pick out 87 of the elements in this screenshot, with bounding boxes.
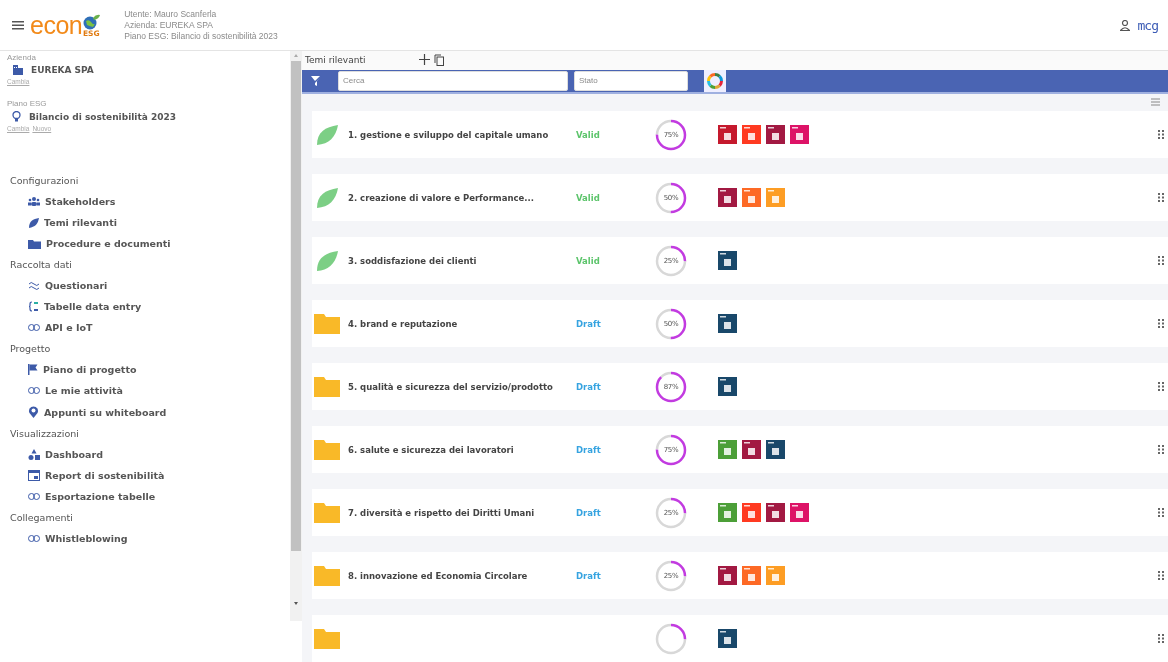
shapes-icon <box>28 449 40 460</box>
people-icon <box>28 197 40 206</box>
drag-handle-icon[interactable] <box>1158 508 1164 517</box>
goals-wheel-icon[interactable] <box>704 69 726 92</box>
menu-section-title: Raccolta dati <box>9 258 73 272</box>
status-label: Draft <box>576 444 602 455</box>
company-name: EUREKA SPA <box>31 65 94 75</box>
status-label: Valid <box>576 255 601 266</box>
user-icon[interactable] <box>1119 19 1130 31</box>
sidebar-item[interactable]: Questionari <box>0 275 290 296</box>
topic-title: 1. gestione e sviluppo del capitale umano <box>348 129 550 140</box>
brand-logo: mcg <box>1137 17 1158 33</box>
folder-icon <box>314 628 340 649</box>
folder-icon <box>314 313 340 334</box>
drag-handle-icon[interactable] <box>1158 193 1164 202</box>
menu-section-title: Progetto <box>9 342 52 356</box>
sidebar-item[interactable]: Dashboard <box>0 444 290 465</box>
link-icon <box>28 324 40 331</box>
company-name: Azienda: EUREKA SPA <box>124 20 214 30</box>
add-icon[interactable] <box>419 54 431 66</box>
topic-title: 4. brand e reputazione <box>348 318 459 329</box>
braces-icon <box>28 301 39 312</box>
topic-title: 3. soddisfazione dei clienti <box>348 255 478 266</box>
menu-section-title: Configurazioni <box>9 174 80 188</box>
search-field[interactable]: Cerca <box>338 70 568 91</box>
status-label: Draft <box>576 318 602 329</box>
sidebar-item[interactable]: Report di sostenibilità <box>0 465 290 486</box>
plan-name: Piano ESG: Bilancio di sostenibilità 2023 <box>124 31 278 41</box>
topic-title: 2. creazione di valore e Performance... <box>348 192 535 203</box>
bulb-icon <box>12 111 21 122</box>
leaf-icon <box>316 124 338 145</box>
scrollbar[interactable] <box>290 51 302 621</box>
drag-handle-icon[interactable] <box>1158 445 1164 454</box>
leaf-icon <box>28 217 39 228</box>
sidebar-item[interactable]: Esportazione tabelle <box>0 486 290 507</box>
sidebar-item[interactable]: Appunti su whiteboard <box>0 401 290 423</box>
flag-icon <box>28 364 38 375</box>
section-label: Azienda <box>6 53 37 62</box>
link-icon <box>28 387 40 394</box>
sidebar-item[interactable]: Procedure e documenti <box>0 233 290 254</box>
sidebar-item[interactable]: Stakeholders <box>0 191 290 212</box>
link-icon <box>28 535 40 542</box>
sidebar-item[interactable]: API e IoT <box>0 317 290 338</box>
folder-icon <box>314 376 340 397</box>
topic-title: 8. innovazione ed Economia Circolare <box>348 570 529 581</box>
page-title: Temi rilevanti <box>305 55 366 66</box>
status-label: Valid <box>576 192 601 203</box>
topic-title: 6. salute e sicurezza dei lavoratori <box>348 444 515 455</box>
drag-handle-icon[interactable] <box>1158 382 1164 391</box>
status-label: Valid <box>576 129 601 140</box>
wave-icon <box>28 281 40 290</box>
link-icon <box>28 493 40 500</box>
topic-title: 7. diversità e rispetto dei Diritti Umani <box>348 507 536 518</box>
drag-handle-icon[interactable] <box>1158 256 1164 265</box>
filter-off-icon[interactable] <box>310 74 322 87</box>
calendar-icon <box>28 470 40 481</box>
sidebar-item[interactable]: Tabelle data entry <box>0 296 290 317</box>
status-label: Draft <box>576 381 602 392</box>
drag-handle-icon[interactable] <box>1158 634 1164 643</box>
sidebar-item[interactable]: Whistleblowing <box>0 528 290 549</box>
status-field[interactable]: Stato <box>574 70 688 91</box>
pin-icon <box>28 406 39 418</box>
menu-icon[interactable] <box>12 20 24 30</box>
sidebar-item[interactable]: Le mie attività <box>0 380 290 401</box>
drag-handle-icon[interactable] <box>1158 571 1164 580</box>
sidebar-item[interactable]: Temi rilevanti <box>0 212 290 233</box>
plan-name: Bilancio di sostenibilità 2023 <box>29 111 176 122</box>
topic-title: 5. qualità e sicurezza del servizio/prodotto <box>348 381 554 392</box>
drag-handle-icon[interactable] <box>1158 319 1164 328</box>
building-icon <box>12 65 23 75</box>
status-label: Draft <box>576 507 602 518</box>
folder-icon <box>314 502 340 523</box>
leaf-icon <box>316 187 338 208</box>
folder-icon <box>314 565 340 586</box>
drag-handle-icon[interactable] <box>1158 130 1164 139</box>
sidebar-item[interactable]: Piano di progetto <box>0 359 290 380</box>
leaf-icon <box>316 250 338 271</box>
menu-section-title: Visualizzazioni <box>9 427 80 441</box>
folder-icon <box>314 439 340 460</box>
status-label: Draft <box>576 570 602 581</box>
copy-icon[interactable] <box>434 54 445 67</box>
logo-word: econ <box>30 12 83 38</box>
menu-section-title: Collegamenti <box>9 511 74 525</box>
globe-icon <box>82 14 101 30</box>
folder-icon <box>28 238 41 249</box>
user-name: Utente: Mauro Scanferla <box>124 9 218 19</box>
section-label: Piano ESG <box>6 99 48 108</box>
